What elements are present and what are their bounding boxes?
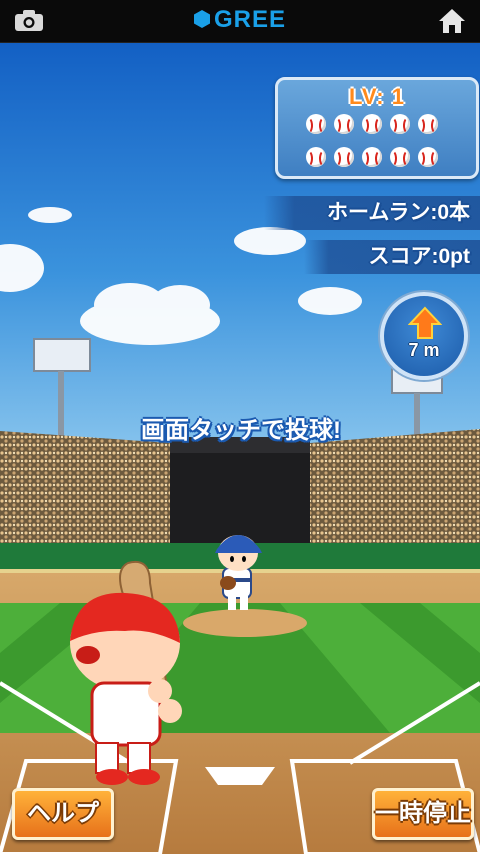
gree-hex-icon [193,10,210,28]
level-label: LV: 1 [349,84,405,109]
homerun-counter: ホームラン:0本 [264,196,480,230]
baseball-icon [334,147,354,167]
pitch-prompt: 画面タッチで投球! [141,417,341,444]
baseball-icon [362,114,382,134]
distance-label: 7 m [408,340,440,360]
home-icon[interactable] [438,8,466,34]
level-panel: LV: 1 [275,77,479,179]
gree-logo: GREE [0,6,480,34]
baseball-icon [418,147,438,167]
baseball-icon [390,114,410,134]
brand-text: GREE [213,6,286,33]
pause-button[interactable]: 一時停止 [372,788,474,840]
top-bar: GREE [0,0,480,43]
up-arrow-icon [408,306,442,339]
stands-right [310,429,480,543]
baseball-icon [418,114,438,134]
remaining-balls [302,114,462,180]
distance-badge: 7 m [380,292,468,380]
baseball-icon [390,147,410,167]
help-button[interactable]: ヘルプ [12,788,114,840]
score-counter: スコア:0pt [304,240,480,274]
stands-left [0,431,170,543]
baseball-icon [306,114,326,134]
game-screen[interactable]: GREE LV: 1 ホームラン:0本 スコア:0pt 7 m 画面タッチで投球… [0,0,480,854]
baseball-icon [334,114,354,134]
baseball-icon [362,147,382,167]
baseball-icon [306,147,326,167]
